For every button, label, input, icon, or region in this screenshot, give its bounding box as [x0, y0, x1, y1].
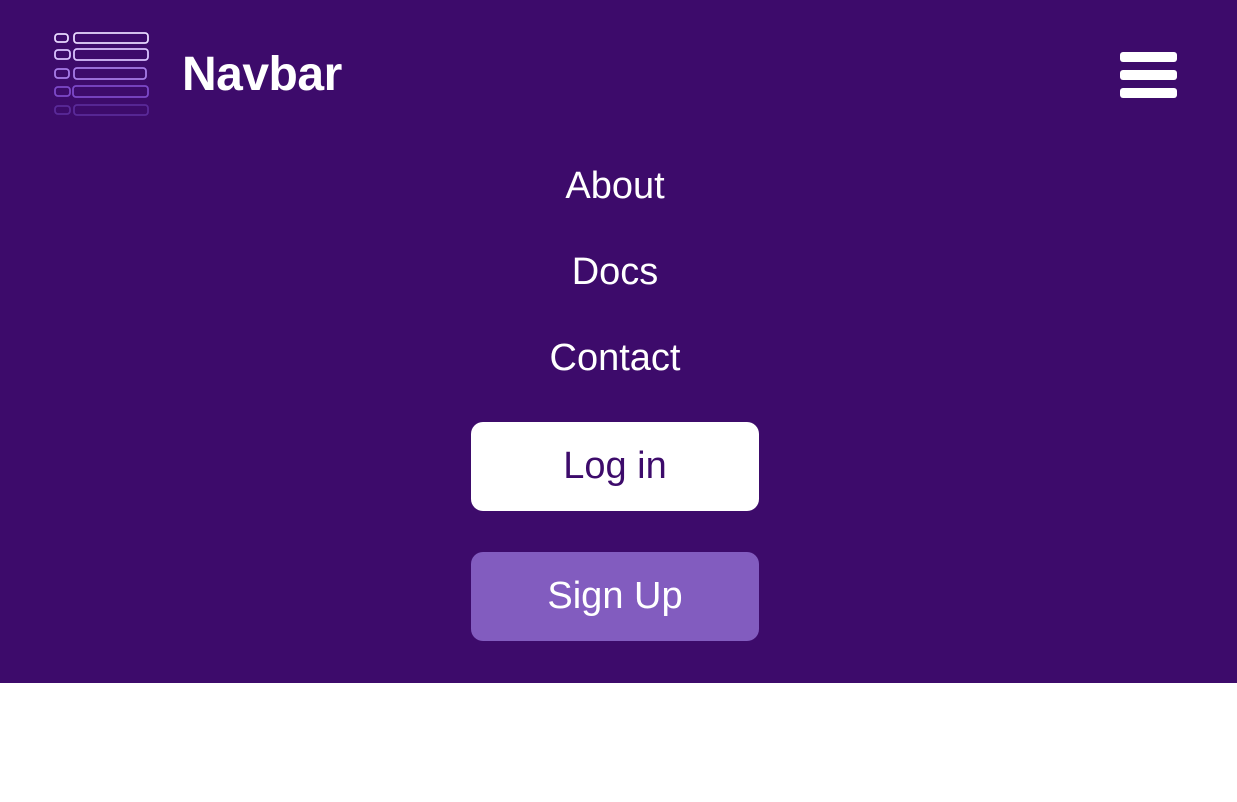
brand[interactable]: Navbar — [52, 30, 342, 120]
nav-link-docs[interactable]: Docs — [572, 248, 659, 296]
signup-button[interactable]: Sign Up — [471, 552, 759, 641]
nav-link-contact[interactable]: Contact — [550, 334, 681, 382]
brand-title: Navbar — [182, 48, 342, 101]
nav-links: About Docs Contact — [0, 162, 1230, 420]
hamburger-bar — [1120, 52, 1177, 62]
navbar: Navbar About Docs Contact Log in Sign Up — [0, 0, 1237, 683]
hamburger-menu-icon[interactable] — [1120, 50, 1178, 100]
login-button[interactable]: Log in — [471, 422, 759, 511]
stacked-list-logo-icon — [54, 32, 149, 116]
nav-link-about[interactable]: About — [565, 162, 664, 210]
hamburger-bar — [1120, 70, 1177, 80]
hamburger-bar — [1120, 88, 1177, 98]
